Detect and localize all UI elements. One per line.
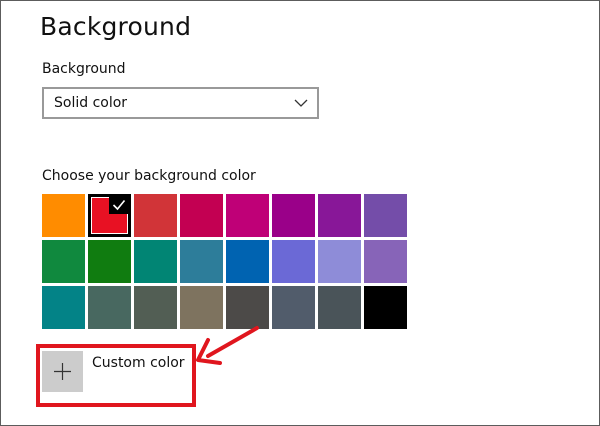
color-swatch[interactable] <box>364 240 407 283</box>
color-swatch[interactable] <box>318 194 361 237</box>
color-swatch[interactable] <box>318 240 361 283</box>
color-swatch[interactable] <box>226 194 269 237</box>
color-swatch[interactable] <box>88 240 131 283</box>
color-picker-label: Choose your background color <box>42 168 256 184</box>
color-swatch[interactable] <box>88 286 131 329</box>
page-title: Background <box>40 12 192 41</box>
color-swatch[interactable] <box>134 194 177 237</box>
color-swatch[interactable] <box>226 240 269 283</box>
color-swatch[interactable] <box>364 286 407 329</box>
color-swatch[interactable] <box>272 194 315 237</box>
color-swatch[interactable] <box>134 240 177 283</box>
chevron-down-icon <box>293 95 309 111</box>
color-swatch[interactable] <box>42 194 85 237</box>
color-swatch[interactable] <box>226 286 269 329</box>
color-swatch[interactable] <box>180 194 223 237</box>
color-swatch[interactable] <box>42 286 85 329</box>
color-swatch[interactable] <box>272 286 315 329</box>
background-label: Background <box>42 61 126 77</box>
checkmark-icon <box>109 196 129 214</box>
color-swatch[interactable] <box>318 286 361 329</box>
color-swatch-grid <box>42 194 407 329</box>
background-dropdown[interactable]: Solid color <box>42 87 319 119</box>
color-swatch[interactable] <box>180 286 223 329</box>
color-swatch-selected[interactable] <box>88 194 131 237</box>
background-dropdown-value: Solid color <box>54 95 128 111</box>
annotation-highlight-box <box>36 344 196 407</box>
color-swatch[interactable] <box>180 240 223 283</box>
color-swatch[interactable] <box>134 286 177 329</box>
color-swatch[interactable] <box>364 194 407 237</box>
color-swatch[interactable] <box>42 240 85 283</box>
color-swatch[interactable] <box>272 240 315 283</box>
